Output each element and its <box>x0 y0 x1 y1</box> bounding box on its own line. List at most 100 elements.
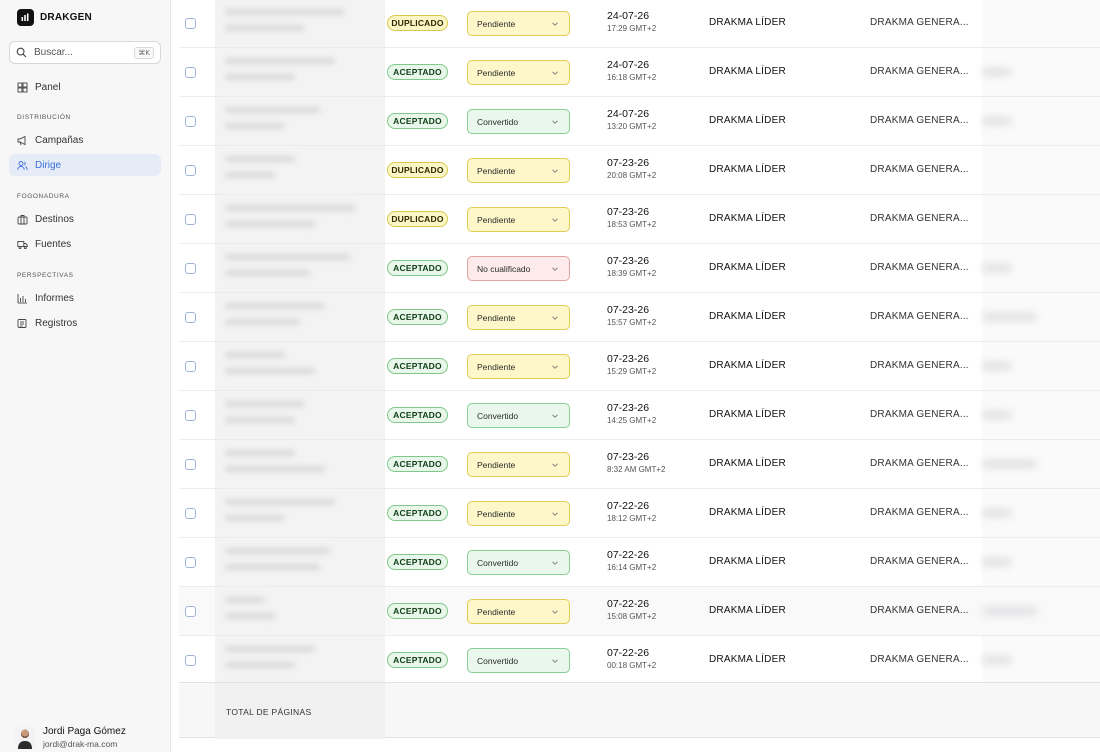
lead-status-value: No cualificado <box>477 263 531 274</box>
lead-company: DRAKMA GENERA... <box>870 507 969 518</box>
sidebar-item-label: Fuentes <box>35 238 72 250</box>
search-input[interactable] <box>34 47 124 58</box>
redacted-lead-name <box>215 342 385 390</box>
lead-status-select[interactable]: Pendiente <box>467 207 570 232</box>
user-profile[interactable]: Jordi Paga Gómez jordi@drak-ma.com <box>15 726 126 750</box>
lead-time: 18:12 GMT+2 <box>607 514 657 523</box>
lead-time: 8:32 AM GMT+2 <box>607 465 666 474</box>
row-checkbox[interactable] <box>185 67 196 78</box>
lead-status-select[interactable]: Pendiente <box>467 452 570 477</box>
lead-status-select[interactable]: Pendiente <box>467 60 570 85</box>
table-row[interactable]: ACEPTADO Convertido 07-23-26 14:25 GMT+2 DRA… <box>179 391 1100 440</box>
lead-owner: DRAKMA LÍDER <box>709 213 786 224</box>
search-shortcut: ⌘K <box>134 46 154 59</box>
redacted-lead-name <box>215 48 385 96</box>
redacted-extra <box>982 264 1012 272</box>
sidebar-item-destinos[interactable]: Destinos <box>9 208 161 230</box>
chevron-down-icon <box>552 316 558 320</box>
table-row[interactable]: ACEPTADO Pendiente 24-07-26 16:18 GMT+2 DRAK… <box>179 48 1100 97</box>
sidebar-item-informes[interactable]: Informes <box>9 287 161 309</box>
status-badge: ACEPTADO <box>387 652 448 668</box>
chevron-down-icon <box>552 610 558 614</box>
row-checkbox[interactable] <box>185 18 196 29</box>
row-checkbox[interactable] <box>185 508 196 519</box>
redacted-extra <box>982 656 1012 664</box>
chevron-down-icon <box>552 512 558 516</box>
lead-status-select[interactable]: Convertido <box>467 403 570 428</box>
lead-status-select[interactable]: No cualificado <box>467 256 570 281</box>
user-email: jordi@drak-ma.com <box>43 739 118 749</box>
search-box[interactable]: ⌘K <box>9 41 161 64</box>
table-row[interactable]: DUPLICADO Pendiente 24-07-26 17:29 GMT+2 DRA… <box>179 0 1100 48</box>
lead-status-select[interactable]: Pendiente <box>467 354 570 379</box>
lead-status-select[interactable]: Pendiente <box>467 599 570 624</box>
lead-status-select[interactable]: Convertido <box>467 109 570 134</box>
row-checkbox[interactable] <box>185 361 196 372</box>
lead-status-select[interactable]: Pendiente <box>467 501 570 526</box>
lead-date: 24-07-26 <box>607 59 650 71</box>
row-checkbox[interactable] <box>185 606 196 617</box>
table-row[interactable]: ACEPTADO Pendiente 07-23-26 15:29 GMT+2 DRAK… <box>179 342 1100 391</box>
lead-owner: DRAKMA LÍDER <box>709 164 786 175</box>
status-badge: DUPLICADO <box>387 162 448 178</box>
table-row[interactable]: ACEPTADO Convertido 24-07-26 13:20 GMT+2 DRA… <box>179 97 1100 146</box>
lead-company: DRAKMA GENERA... <box>870 115 969 126</box>
table-footer: TOTAL DE PÁGINAS <box>179 682 1100 739</box>
lead-status-select[interactable]: Convertido <box>467 648 570 673</box>
table-row[interactable]: DUPLICADO Pendiente 07-23-26 20:08 GMT+2 DRA… <box>179 146 1100 195</box>
lead-owner: DRAKMA LÍDER <box>709 360 786 371</box>
redacted-lead-name <box>215 391 385 439</box>
lead-status-select[interactable]: Pendiente <box>467 305 570 330</box>
row-checkbox[interactable] <box>185 214 196 225</box>
redacted-lead-name <box>215 538 385 586</box>
status-badge: ACEPTADO <box>387 260 448 276</box>
row-checkbox[interactable] <box>185 410 196 421</box>
row-checkbox[interactable] <box>185 165 196 176</box>
table-row[interactable]: ACEPTADO Pendiente 07-22-26 15:08 GMT+2 DRAK… <box>179 587 1100 636</box>
table-row[interactable]: ACEPTADO Convertido 07-22-26 16:14 GMT+2 DRA… <box>179 538 1100 587</box>
row-checkbox[interactable] <box>185 312 196 323</box>
sidebar-item-registros[interactable]: Registros <box>9 312 161 334</box>
lead-time: 00:18 GMT+2 <box>607 661 657 670</box>
brand-name: DRAKGEN <box>40 12 92 23</box>
users-icon <box>17 159 29 171</box>
lead-owner: DRAKMA LÍDER <box>709 507 786 518</box>
lead-company: DRAKMA GENERA... <box>870 458 969 469</box>
logs-icon <box>17 317 29 329</box>
lead-date: 07-23-26 <box>607 353 650 365</box>
sidebar-item-campanas[interactable]: Campañas <box>9 129 161 151</box>
row-checkbox[interactable] <box>185 116 196 127</box>
chevron-down-icon <box>552 463 558 467</box>
lead-status-select[interactable]: Convertido <box>467 550 570 575</box>
sidebar-item-panel[interactable]: Panel <box>9 76 161 98</box>
table-row[interactable]: ACEPTADO Pendiente 07-23-26 15:57 GMT+2 DRAK… <box>179 293 1100 342</box>
sidebar-item-dirige[interactable]: Dirige <box>9 154 161 176</box>
lead-status-select[interactable]: Pendiente <box>467 11 570 36</box>
table-row[interactable]: DUPLICADO Pendiente 07-23-26 18:53 GMT+2 DRA… <box>179 195 1100 244</box>
status-badge: ACEPTADO <box>387 505 448 521</box>
lead-status-value: Pendiente <box>477 18 516 29</box>
lead-time: 15:29 GMT+2 <box>607 367 657 376</box>
status-badge: ACEPTADO <box>387 64 448 80</box>
table-row[interactable]: ACEPTADO Pendiente 07-22-26 18:12 GMT+2 DRAK… <box>179 489 1100 538</box>
table-row[interactable]: ACEPTADO Convertido 07-22-26 00:18 GMT+2 DRA… <box>179 636 1100 685</box>
brand[interactable]: DRAKGEN <box>17 9 92 26</box>
row-checkbox[interactable] <box>185 557 196 568</box>
brand-logo-icon <box>17 9 34 26</box>
lead-status-select[interactable]: Pendiente <box>467 158 570 183</box>
lead-company: DRAKMA GENERA... <box>870 654 969 665</box>
lead-owner: DRAKMA LÍDER <box>709 458 786 469</box>
table-row[interactable]: ACEPTADO No cualificado 07-23-26 18:39 GMT+… <box>179 244 1100 293</box>
status-badge: ACEPTADO <box>387 554 448 570</box>
table-row[interactable]: ACEPTADO Pendiente 07-23-26 8:32 AM GMT+2 DR… <box>179 440 1100 489</box>
chevron-down-icon <box>552 120 558 124</box>
redacted-extra <box>982 607 1037 615</box>
lead-company: DRAKMA GENERA... <box>870 409 969 420</box>
redacted-lead-name <box>215 440 385 488</box>
row-checkbox[interactable] <box>185 459 196 470</box>
total-pages-label: TOTAL DE PÁGINAS <box>226 707 312 717</box>
lead-status-value: Pendiente <box>477 312 516 323</box>
row-checkbox[interactable] <box>185 655 196 666</box>
sidebar-item-fuentes[interactable]: Fuentes <box>9 233 161 255</box>
row-checkbox[interactable] <box>185 263 196 274</box>
